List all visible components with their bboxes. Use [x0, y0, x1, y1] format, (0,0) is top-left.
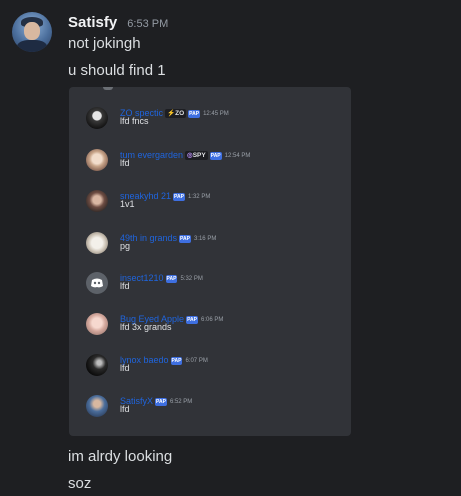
dog-avatar-icon	[86, 232, 108, 254]
clan-tag: ⚡ZO	[165, 109, 187, 118]
role-badge: PAP	[170, 357, 183, 365]
embed-text: lfd	[120, 281, 130, 291]
embed-message: ZO spectic ⚡ZO PAP 12:45 PM lfd fncs	[83, 103, 343, 137]
message-line-4: soz	[68, 475, 92, 492]
embed-timestamp: 12:45 PM	[203, 111, 229, 117]
avatar-shirt	[17, 40, 47, 52]
message-group: Satisfy 6:53 PM not jokingh u should fin…	[0, 0, 461, 496]
embed-message: insect1210 PAP 5:32 PM lfd	[83, 268, 343, 302]
role-badge: PAP	[155, 398, 167, 406]
portrait-avatar-icon	[86, 190, 108, 212]
embed-timestamp: 5:32 PM	[180, 276, 203, 282]
message-line-1: not jokingh	[68, 35, 141, 52]
embed-timestamp: 6:07 PM	[185, 358, 208, 364]
message-header: Satisfy 6:53 PM	[68, 12, 168, 31]
embed-timestamp: 6:06 PM	[200, 317, 224, 323]
discord-default-avatar-icon	[86, 272, 108, 294]
embed-text: lfd fncs	[120, 116, 149, 126]
message-line-3: im alrdy looking	[68, 448, 173, 465]
embed-text: pg	[120, 241, 131, 251]
role-badge: PAP	[186, 316, 198, 324]
avatar-face	[24, 22, 40, 40]
embed-text: 1v1	[120, 199, 135, 209]
message-line-2: u should find 1	[68, 62, 166, 79]
message-timestamp[interactable]: 6:53 PM	[127, 18, 168, 30]
anime-avatar-icon	[86, 149, 108, 171]
embed-message: Bug Eyed Apple PAP 6:06 PM lfd 3x grands	[83, 309, 343, 343]
embed-timestamp: 1:32 PM	[187, 194, 211, 200]
embed-message: sneakyhd 21 PAP 1:32 PM 1v1	[83, 186, 343, 220]
role-badge: PAP	[209, 152, 222, 160]
embed-message: tum evergarden ◎SPY PAP 12:54 PM lfd	[83, 145, 343, 179]
embed-message: lynox baedo PAP 6:07 PM lfd	[83, 350, 343, 384]
embed-text: lfd	[120, 404, 130, 414]
cropped-edge	[103, 87, 113, 90]
embed-text: lfd	[120, 158, 130, 168]
embed-timestamp: 12:54 PM	[224, 153, 251, 159]
screenshot-attachment[interactable]: ZO spectic ⚡ZO PAP 12:45 PM lfd fncs tum ev…	[69, 87, 351, 436]
dark-avatar-icon	[86, 107, 108, 129]
embed-message: 49th in grands PAP 3:16 PM pg	[83, 228, 343, 262]
pink-avatar-icon	[86, 313, 108, 335]
embed-text: lfd 3x grands	[120, 322, 172, 332]
embed-timestamp: 6:52 PM	[169, 399, 193, 405]
embed-message: SatisfyX PAP 6:52 PM lfd	[83, 391, 343, 425]
embed-timestamp: 3:16 PM	[193, 236, 217, 242]
role-badge: PAP	[165, 275, 178, 283]
role-badge: PAP	[179, 235, 191, 243]
black-avatar-icon	[86, 354, 108, 376]
role-badge: PAP	[173, 193, 185, 201]
author-avatar[interactable]	[12, 12, 52, 52]
bolt-icon: ⚡	[167, 110, 176, 117]
embed-text: lfd	[120, 363, 130, 373]
clan-tag: ◎SPY	[185, 151, 208, 160]
blue-avatar-icon	[86, 395, 108, 417]
author-name[interactable]: Satisfy	[68, 14, 117, 31]
role-badge: PAP	[188, 110, 201, 118]
